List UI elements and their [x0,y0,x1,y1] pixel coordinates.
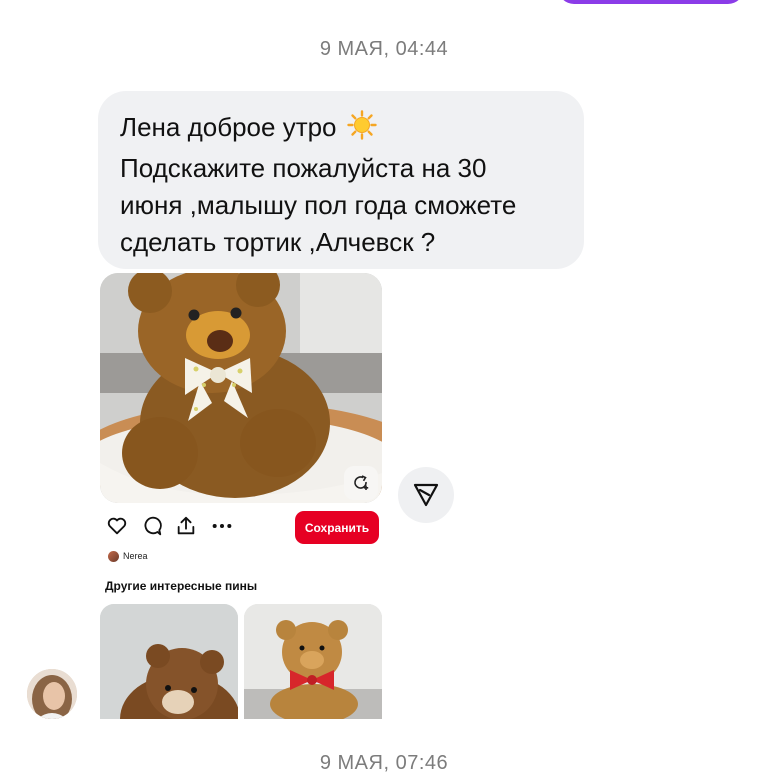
message-line: июня ,малышу пол года сможете [120,190,517,220]
save-button[interactable]: Сохранить [295,511,379,544]
sender-avatar[interactable] [27,669,77,719]
sun-icon [346,110,377,150]
pin-actions-bar: Сохранить [100,511,382,544]
share-message-button[interactable] [398,467,454,523]
heart-icon[interactable] [106,515,130,539]
related-pin-thumbnail[interactable] [100,604,238,719]
related-pin-thumbnail[interactable] [244,604,382,719]
message-timestamp: 9 МАЯ, 07:46 [319,752,449,774]
message-timestamp: 9 МАЯ, 04:44 [319,38,449,60]
message-line-text: Лена доброе утро [120,112,337,142]
share-icon[interactable] [175,515,199,539]
comment-icon[interactable] [141,515,165,539]
pin-image-teddy-bear-cake[interactable] [100,273,382,503]
author-avatar [108,550,119,562]
incoming-message-bubble[interactable]: Лена доброе утро Подскажите пожалуйста н… [98,91,584,269]
repin-icon [354,475,369,490]
previous-message-bubble[interactable] [558,0,744,4]
more-icon[interactable] [211,515,235,539]
repin-button[interactable] [344,466,378,500]
more-pins-title: Другие интересные пины [105,579,258,593]
pin-author[interactable]: Nerea [108,549,148,563]
message-line: Подскажите пожалуйста на 30 [120,153,487,183]
author-name: Nerea [123,551,148,561]
message-line: сделать тортик ,Алчевск ? [120,227,436,257]
shared-pin-card[interactable]: Сохранить Nerea Другие интересные пины [100,273,382,719]
message-line: Лена доброе утро [120,109,562,150]
send-icon [413,483,439,507]
